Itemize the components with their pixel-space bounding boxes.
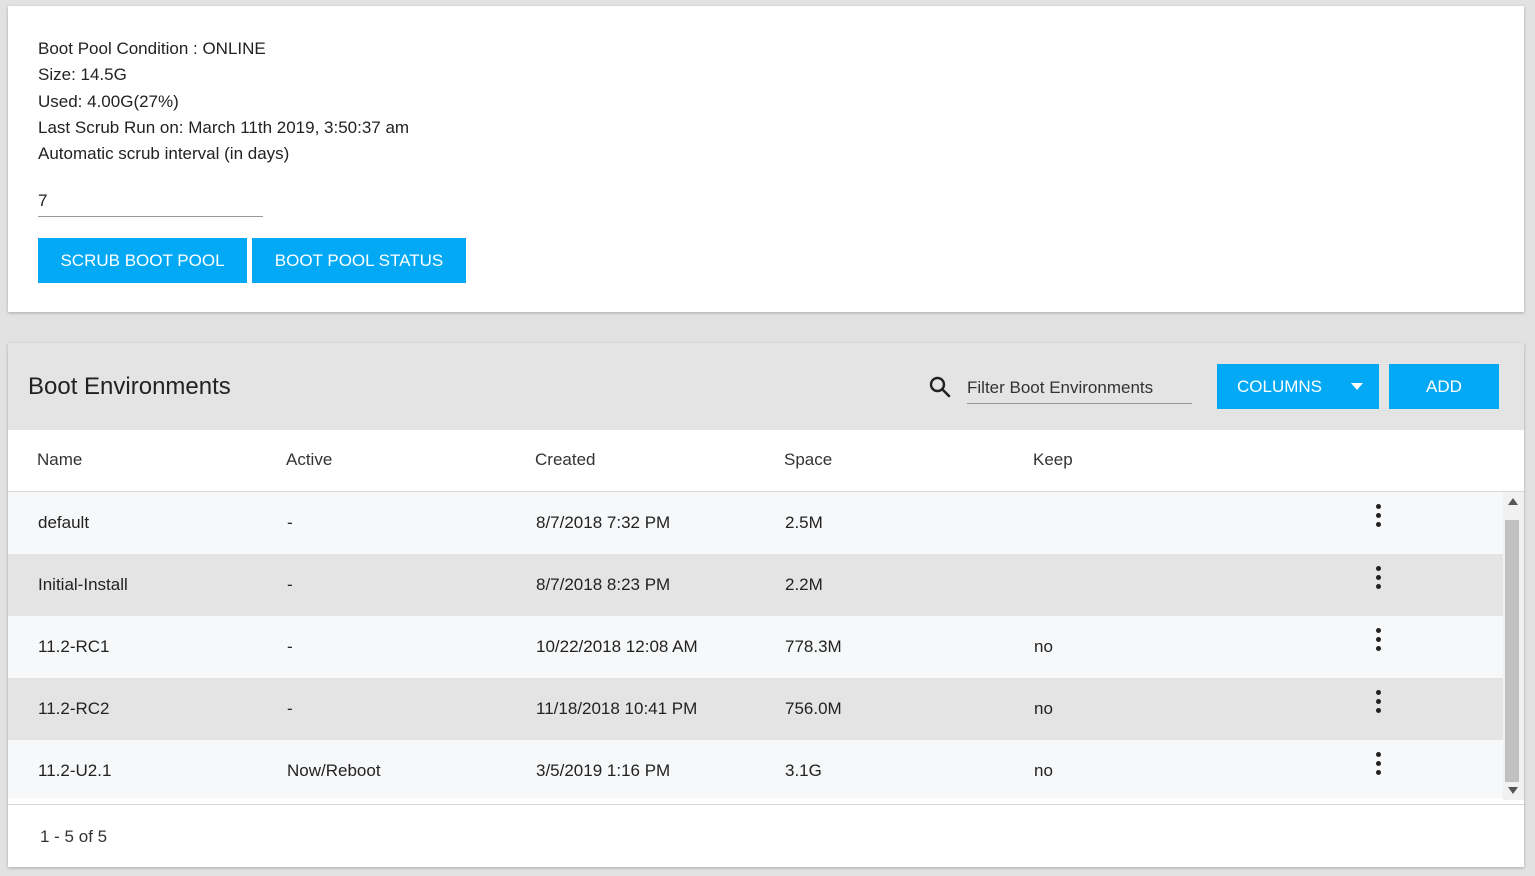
table-row[interactable]: Initial-Install - 8/7/2018 8:23 PM 2.2M [8, 554, 1503, 616]
more-vert-icon[interactable] [1368, 628, 1388, 654]
last-scrub-run: Last Scrub Run on: March 11th 2019, 3:50… [38, 118, 410, 137]
cell-keep: no [1034, 699, 1053, 718]
boot-pool-card: Boot Pool Condition : ONLINE Size: 14.5G… [8, 6, 1524, 312]
cell-space: 2.5M [785, 513, 823, 532]
boot-environments-card: Boot Environments COLUMNS ADD Name Activ… [8, 343, 1524, 867]
cell-name: 11.2-RC1 [38, 637, 110, 656]
cell-space: 3.1G [785, 761, 822, 780]
cell-created: 3/5/2019 1:16 PM [536, 761, 671, 780]
filter-boot-environments-input[interactable] [967, 373, 1192, 404]
cell-created: 11/18/2018 10:41 PM [536, 699, 698, 718]
boot-pool-used: Used: 4.00G(27%) [38, 92, 179, 111]
cell-created: 10/22/2018 12:08 AM [536, 637, 698, 656]
cell-space: 778.3M [785, 637, 842, 656]
cell-created: 8/7/2018 8:23 PM [536, 575, 671, 594]
cell-active: Now/Reboot [287, 761, 381, 780]
cell-name: 11.2-RC2 [38, 699, 110, 718]
column-header-created[interactable]: Created [535, 450, 595, 470]
caret-down-icon [1351, 383, 1363, 390]
column-header-active[interactable]: Active [286, 450, 332, 470]
column-header-name[interactable]: Name [37, 450, 82, 470]
boot-pool-status-button[interactable]: BOOT POOL STATUS [252, 238, 466, 283]
boot-pool-condition: Boot Pool Condition : ONLINE [38, 39, 266, 58]
more-vert-icon[interactable] [1368, 566, 1388, 592]
table-row[interactable]: 11.2-U2.1 Now/Reboot 3/5/2019 1:16 PM 3.… [8, 740, 1503, 798]
scroll-down-arrow-icon[interactable] [1508, 787, 1518, 794]
pagination-range: 1 - 5 of 5 [40, 827, 108, 846]
boot-environments-toolbar: Boot Environments COLUMNS ADD [8, 343, 1524, 430]
column-header-space[interactable]: Space [784, 450, 832, 470]
cell-name: 11.2-U2.1 [38, 761, 112, 780]
search-icon [929, 376, 951, 398]
columns-button-label: COLUMNS [1237, 376, 1323, 396]
cell-space: 2.2M [785, 575, 823, 594]
columns-button[interactable]: COLUMNS [1217, 364, 1379, 409]
cell-space: 756.0M [785, 699, 842, 718]
cell-name: Initial-Install [38, 575, 128, 594]
more-vert-icon[interactable] [1368, 690, 1388, 716]
cell-keep: no [1034, 637, 1053, 656]
scrub-interval-input[interactable] [38, 186, 263, 217]
scrub-boot-pool-button[interactable]: SCRUB BOOT POOL [38, 238, 247, 283]
cell-keep: no [1034, 761, 1053, 780]
more-vert-icon[interactable] [1368, 752, 1388, 778]
scrollbar-thumb[interactable] [1505, 520, 1519, 782]
scroll-up-arrow-icon[interactable] [1508, 498, 1518, 505]
page-title: Boot Environments [28, 373, 231, 400]
table-row[interactable]: default - 8/7/2018 7:32 PM 2.5M [8, 492, 1503, 554]
add-button[interactable]: ADD [1389, 364, 1499, 409]
table-row[interactable]: 11.2-RC2 - 11/18/2018 10:41 PM 756.0M no [8, 678, 1503, 740]
cell-created: 8/7/2018 7:32 PM [536, 513, 671, 532]
cell-active: - [287, 699, 293, 718]
cell-active: - [287, 513, 293, 532]
table-scrollbar[interactable] [1503, 492, 1524, 800]
cell-active: - [287, 575, 293, 594]
table-header: Name Active Created Space Keep [8, 430, 1524, 492]
table-row[interactable]: 11.2-RC1 - 10/22/2018 12:08 AM 778.3M no [8, 616, 1503, 678]
table-body: default - 8/7/2018 7:32 PM 2.5M Initial-… [8, 492, 1503, 798]
boot-pool-size: Size: 14.5G [38, 65, 127, 84]
scrub-interval-label: Automatic scrub interval (in days) [38, 144, 290, 163]
cell-name: default [38, 513, 90, 532]
more-vert-icon[interactable] [1368, 504, 1388, 530]
cell-active: - [287, 637, 293, 656]
column-header-keep[interactable]: Keep [1033, 450, 1073, 470]
table-footer: 1 - 5 of 5 [8, 804, 1524, 867]
